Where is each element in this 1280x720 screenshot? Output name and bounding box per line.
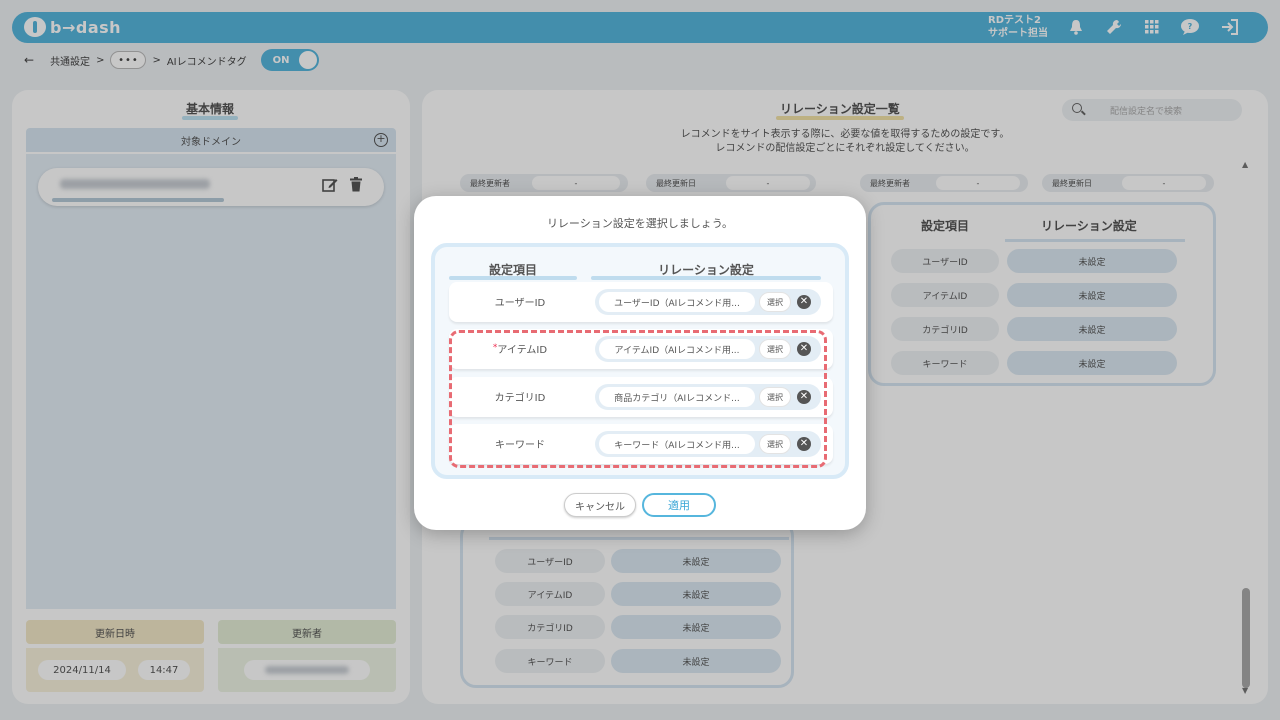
col-header-relation: リレーション設定 — [591, 261, 821, 280]
col-header-item: 設定項目 — [449, 261, 577, 280]
relation-value[interactable]: ユーザーID（AIレコメンド用... — [599, 292, 755, 312]
highlight-dashed-box — [449, 330, 827, 468]
modal-title: リレーション設定を選択しましょう。 — [546, 217, 734, 230]
relation-select-modal: リレーション設定を選択しましょう。 設定項目 リレーション設定 ユーザーID ユ… — [414, 196, 866, 530]
relation-field: ユーザーID（AIレコメンド用... 選択 ✕ — [595, 289, 821, 315]
select-button[interactable]: 選択 — [759, 292, 791, 312]
clear-icon[interactable]: ✕ — [797, 295, 811, 309]
relation-row-user-id: ユーザーID ユーザーID（AIレコメンド用... 選択 ✕ — [449, 282, 833, 322]
apply-button[interactable]: 適用 — [642, 493, 716, 517]
cancel-button[interactable]: キャンセル — [564, 493, 636, 517]
